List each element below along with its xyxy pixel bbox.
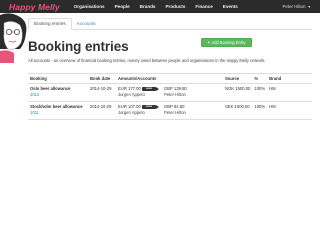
booking-entries-table: Booking Book date Amounts/Accounts Sourc… [28,73,312,120]
column-header-percent[interactable]: % [252,73,268,84]
source-amount: NOK 1500.00 [223,83,253,102]
from-person[interactable]: Jurgen Appelo [118,110,145,116]
to-person[interactable]: Peter Hilton [164,92,187,98]
tab-accounts[interactable]: Accounts [72,19,101,29]
book-date: 2014-10-29 [88,83,116,102]
source-amount: SEK 1000.00 [223,101,253,120]
column-header-amounts[interactable]: Amounts/Accounts [116,73,223,84]
nav-menu: Organisations People Brands Products Fin… [74,4,248,9]
nav-item-events[interactable]: Events [223,4,238,9]
book-date: 2014-10-29 [88,101,116,120]
tab-bar: Booking entries Accounts [28,18,312,30]
table-row[interactable]: Oslo beer allowance 1012 2014-10-29 EUR … [28,83,312,102]
add-button-label: Add Booking Entry [211,40,246,45]
brand-logo[interactable]: Happy Melly [9,2,60,12]
nav-item-people[interactable]: People [115,4,130,9]
user-name: Peter Hilton [282,4,306,9]
amounts-cell: EUR 107.00 Jurgen Appelo owes GBP 84.80 … [116,101,223,120]
top-navbar: Happy Melly Organisations People Brands … [0,0,320,13]
table-header-row: Booking Book date Amounts/Accounts Sourc… [28,73,312,84]
user-menu[interactable]: Peter Hilton ▼ [282,4,311,9]
table-row[interactable]: Stockholm beer allowance 1011 2014-10-29… [28,101,312,120]
owes-arrow-icon: owes [142,86,159,91]
booking-id-link[interactable]: 1012 [30,92,86,98]
column-header-source[interactable]: Source [223,73,253,84]
owes-arrow-icon: owes [142,104,159,109]
from-person[interactable]: Jurgen Appelo [118,92,145,98]
to-person[interactable]: Peter Hilton [164,110,186,116]
plus-icon: + [207,40,210,45]
booking-cell: Stockholm beer allowance 1011 [28,101,88,120]
percent-value: 100% [252,83,268,102]
amounts-cell: EUR 177.00 Jurgen Appelo owes GBP 139.80… [116,83,223,102]
nav-item-finance[interactable]: Finance [195,4,212,9]
column-header-brand[interactable]: Brand [267,73,312,84]
page-title: Booking entries [28,39,129,54]
booking-cell: Oslo beer allowance 1012 [28,83,88,102]
percent-value: 100% [252,101,268,120]
add-booking-entry-button[interactable]: + Add Booking Entry [201,38,252,47]
brand-link[interactable]: HM [267,101,312,120]
booking-id-link[interactable]: 1011 [30,110,86,116]
page-subtitle: All accounts - an overview of financial … [28,58,266,63]
brand-link[interactable]: HM [267,83,312,102]
column-header-book-date[interactable]: Book date [88,73,116,84]
nav-item-products[interactable]: Products [165,4,185,9]
nav-item-organisations[interactable]: Organisations [74,4,105,9]
tab-booking-entries[interactable]: Booking entries [28,18,72,30]
nav-item-brands[interactable]: Brands [140,4,156,9]
column-header-booking[interactable]: Booking [28,73,88,84]
caret-down-icon: ▼ [307,4,311,9]
